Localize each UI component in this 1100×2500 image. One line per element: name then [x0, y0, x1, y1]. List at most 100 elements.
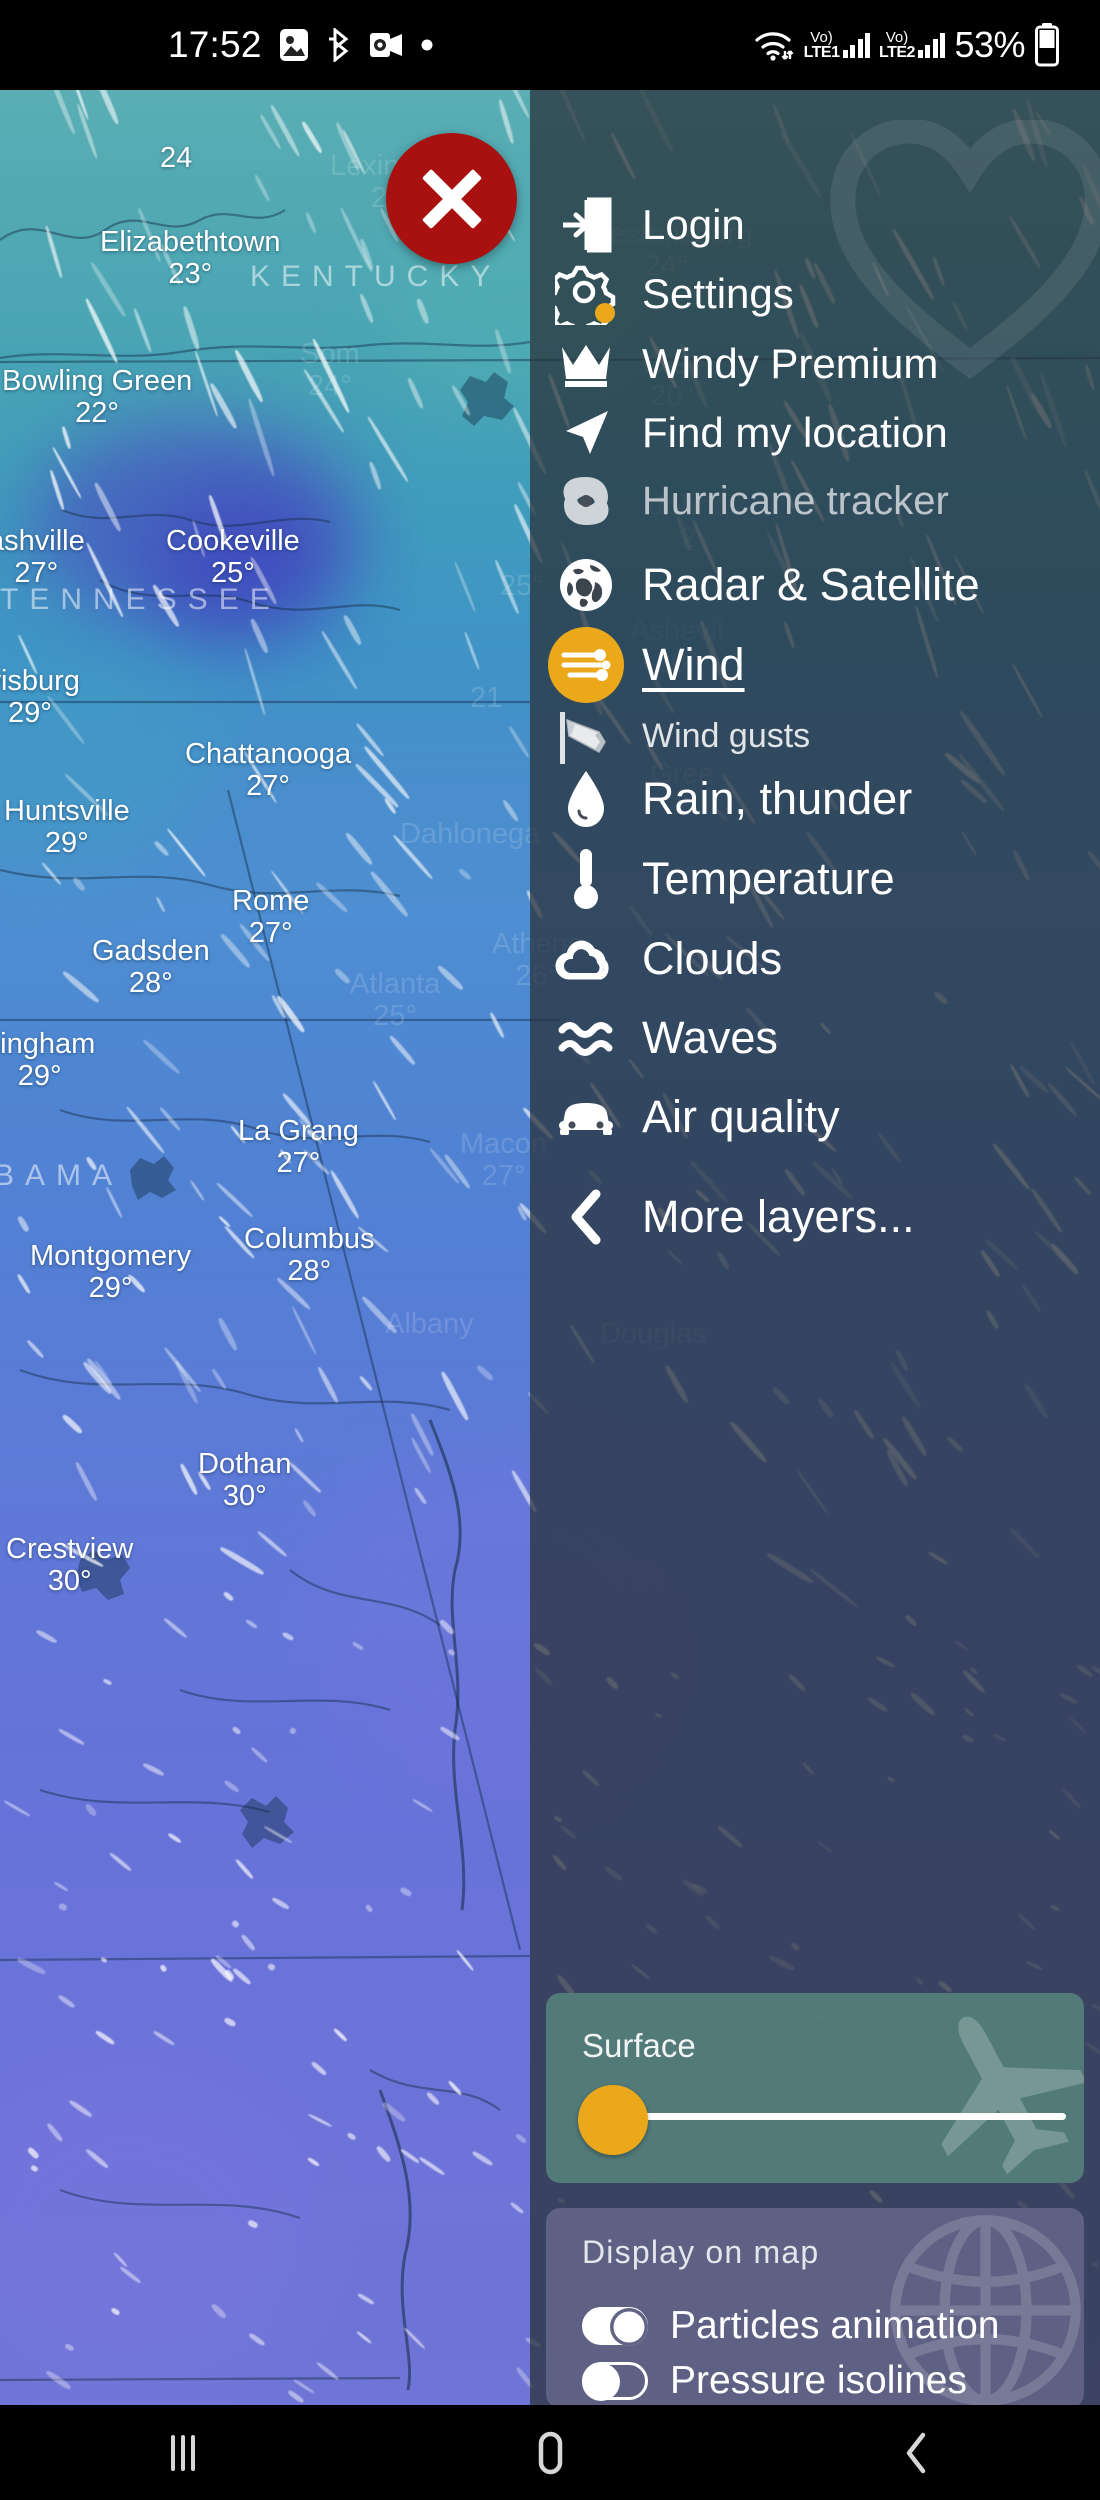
map-city-name: Som: [300, 338, 360, 370]
waves-icon: [530, 1015, 642, 1061]
map-state-label: BAMA: [0, 1159, 123, 1193]
menu-item-login[interactable]: Login: [530, 186, 1100, 264]
map-city-name: wisburg: [0, 665, 80, 697]
map-city-label: Huntsville29°: [4, 795, 130, 860]
map-city-temperature: 23°: [100, 258, 281, 290]
menu-item-settings[interactable]: Settings: [530, 255, 1100, 333]
map-city-label: Columbus28°: [244, 1223, 375, 1288]
cloud-icon: [530, 935, 642, 983]
crown-icon: [530, 339, 642, 389]
car-icon: [530, 1097, 642, 1137]
map-city-temperature: 27°: [238, 1147, 359, 1179]
menu-item-label: Wind: [642, 639, 745, 691]
menu-item-label: Radar & Satellite: [642, 559, 980, 611]
map-city-name: Bowling Green: [2, 365, 192, 397]
toggle-row-particles-animation[interactable]: Particles animation: [582, 2304, 999, 2348]
surface-slider-track[interactable]: [606, 2113, 1066, 2120]
wind-icon: [530, 627, 642, 703]
toggle-row-pressure-isolines[interactable]: Pressure isolines: [582, 2359, 967, 2403]
selected-layer-badge: [548, 627, 624, 703]
close-button[interactable]: [386, 133, 517, 264]
menu-item-temperature[interactable]: Temperature: [530, 840, 1100, 918]
map-city-temperature: 27°: [232, 917, 309, 949]
raindrop-icon: [530, 769, 642, 829]
pressure-isolines-toggle[interactable]: [582, 2362, 648, 2400]
menu-item-label: Find my location: [642, 409, 948, 457]
map-city-name: Cookeville: [166, 525, 300, 557]
display-on-map-label: Display on map: [582, 2234, 819, 2271]
map-city-name: Huntsville: [4, 795, 130, 827]
surface-slider-knob[interactable]: [578, 2085, 648, 2155]
menu-item-label: Air quality: [642, 1091, 840, 1143]
airplane-icon: [896, 2001, 1084, 2176]
menu-item-label: Hurricane tracker: [642, 479, 949, 524]
menu-item-windy-premium[interactable]: Windy Premium: [530, 325, 1100, 403]
particles-animation-toggle[interactable]: [582, 2307, 648, 2345]
status-bar: 17:52: [0, 0, 1100, 90]
map-city-label: ningham29°: [0, 1028, 95, 1093]
home-button[interactable]: [490, 2405, 610, 2500]
sim2-label: LTE2: [879, 45, 915, 61]
map-city-temperature: 30°: [6, 1565, 133, 1597]
battery-percent: 53%: [954, 24, 1025, 66]
menu-item-label: Settings: [642, 270, 794, 318]
map-city-label: Rome27°: [232, 885, 309, 950]
map-city-label-ghost: 21: [470, 682, 502, 714]
sim1-label: LTE1: [804, 45, 840, 61]
globe-icon: [530, 556, 642, 614]
map-city-label: Dothan30°: [198, 1448, 292, 1513]
particles-animation-label: Particles animation: [670, 2304, 999, 2348]
menu-item-waves[interactable]: Waves: [530, 999, 1100, 1077]
map-city-label: Elizabethtown23°: [100, 226, 281, 291]
map-city-temperature: 24: [160, 142, 192, 174]
map-city-label: Cookeville25°: [166, 525, 300, 590]
map-city-name: Atlanta: [350, 968, 440, 1000]
menu-item-radar-satellite[interactable]: Radar & Satellite: [530, 546, 1100, 624]
map-city-name: Dothan: [198, 1448, 292, 1480]
wifi-icon: [753, 27, 795, 63]
map-state-label: KENTUCKY: [250, 260, 501, 294]
map-city-label-ghost: Som24°: [300, 338, 360, 403]
map-city-label: Bowling Green22°: [2, 365, 192, 430]
map-city-name: Dahlonega: [400, 818, 540, 850]
map-city-temperature: 30°: [198, 1480, 292, 1512]
status-bar-left: 17:52: [168, 0, 434, 90]
menu-item-wind[interactable]: Wind: [530, 626, 1100, 704]
map-city-temperature: 27°: [0, 557, 85, 589]
map-city-label: 24: [160, 142, 192, 174]
menu-item-air-quality[interactable]: Air quality: [530, 1078, 1100, 1156]
map-city-name: Rome: [232, 885, 309, 917]
map-city-label: La Grang27°: [238, 1115, 359, 1180]
gear-icon: [530, 263, 642, 325]
map-city-temperature: 24°: [300, 370, 360, 402]
menu-item-more-layers[interactable]: More layers...: [530, 1178, 1100, 1256]
menu-item-label: More layers...: [642, 1191, 915, 1243]
surface-level-panel[interactable]: Surface: [546, 1993, 1084, 2183]
map-city-name: ashville: [0, 525, 85, 557]
map-city-temperature: 28°: [92, 967, 210, 999]
menu-item-rain-thunder[interactable]: Rain, thunder: [530, 760, 1100, 838]
map-city-name: Albany: [385, 1308, 474, 1340]
map-city-name: Columbus: [244, 1223, 375, 1255]
menu-item-hurricane-tracker[interactable]: Hurricane tracker: [530, 462, 1100, 540]
chevron-left-icon: [530, 1188, 642, 1246]
volte1-label: Vo): [810, 30, 833, 45]
map-city-name: Elizabethtown: [100, 226, 281, 258]
map-city-temperature: 29°: [0, 1060, 95, 1092]
menu-item-label: Temperature: [642, 853, 895, 905]
thermometer-icon: [530, 847, 642, 911]
map-city-temperature: 25°: [350, 1000, 440, 1032]
menu-item-find-my-location[interactable]: Find my location: [530, 394, 1100, 472]
signal-bars-icon: [918, 32, 946, 58]
pressure-isolines-label: Pressure isolines: [670, 2359, 967, 2403]
android-nav-bar: [0, 2405, 1100, 2500]
recents-button[interactable]: [123, 2405, 243, 2500]
navigation-arrow-icon: [530, 407, 642, 459]
surface-label: Surface: [582, 2027, 696, 2065]
hurricane-icon: [530, 473, 642, 529]
menu-item-clouds[interactable]: Clouds: [530, 920, 1100, 998]
map-city-label-ghost: Albany: [385, 1308, 474, 1340]
back-button[interactable]: [857, 2405, 977, 2500]
map-city-name: La Grang: [238, 1115, 359, 1147]
battery-icon: [1034, 23, 1060, 67]
